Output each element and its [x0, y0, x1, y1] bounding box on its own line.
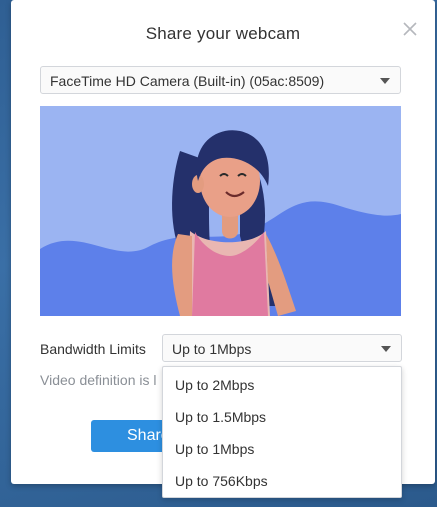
camera-select[interactable]: FaceTime HD Camera (Built-in) (05ac:8509…	[40, 66, 401, 94]
close-icon[interactable]	[401, 20, 419, 38]
chevron-down-icon	[380, 78, 390, 84]
video-definition-hint: Video definition is l	[40, 372, 157, 388]
bandwidth-option-1mbps[interactable]: Up to 1Mbps	[163, 433, 401, 465]
webcam-preview	[40, 106, 401, 316]
webcam-placeholder-illustration	[40, 106, 401, 316]
chevron-down-icon	[381, 346, 391, 352]
share-webcam-dialog: Share your webcam FaceTime HD Camera (Bu…	[11, 0, 435, 498]
bandwidth-option-756kbps[interactable]: Up to 756Kbps	[163, 465, 401, 497]
bandwidth-option-2mbps[interactable]: Up to 2Mbps	[163, 369, 401, 401]
bandwidth-dropdown-menu: Up to 2Mbps Up to 1.5Mbps Up to 1Mbps Up…	[162, 366, 402, 498]
bandwidth-limits-label: Bandwidth Limits	[40, 341, 146, 357]
camera-select-value: FaceTime HD Camera (Built-in) (05ac:8509…	[50, 73, 325, 89]
bandwidth-select[interactable]: Up to 1Mbps	[162, 334, 402, 362]
bandwidth-select-value: Up to 1Mbps	[172, 341, 252, 357]
dialog-title: Share your webcam	[145, 24, 301, 43]
bandwidth-option-1-5mbps[interactable]: Up to 1.5Mbps	[163, 401, 401, 433]
